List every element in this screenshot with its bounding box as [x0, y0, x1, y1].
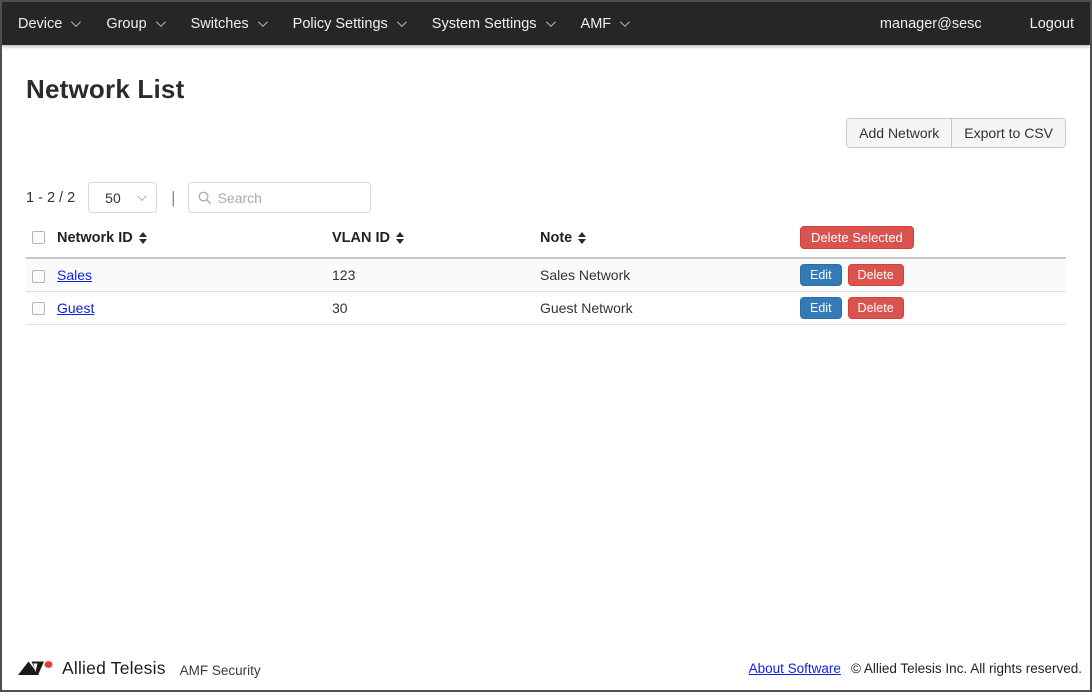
- network-id-link[interactable]: Sales: [57, 267, 92, 283]
- app-window: Device Group Switches Policy Settings Sy…: [0, 0, 1092, 692]
- table-header-row: Network ID VLAN ID Note: [26, 222, 1066, 258]
- export-csv-button[interactable]: Export to CSV: [951, 118, 1066, 148]
- nav-menu-policy-settings[interactable]: Policy Settings: [279, 2, 418, 45]
- nav-menu-device[interactable]: Device: [4, 2, 92, 45]
- nav-menu-group[interactable]: Group: [92, 2, 176, 45]
- sort-icon: [578, 232, 586, 244]
- edit-button[interactable]: Edit: [800, 264, 842, 286]
- note-cell: Guest Network: [540, 291, 792, 324]
- search-box: [188, 182, 371, 213]
- copyright-text: © Allied Telesis Inc. All rights reserve…: [851, 661, 1082, 676]
- delete-button[interactable]: Delete: [848, 297, 904, 319]
- nav-menu-label: System Settings: [432, 16, 537, 32]
- nav-menu-system-settings[interactable]: System Settings: [418, 2, 567, 45]
- network-id-link[interactable]: Guest: [57, 300, 94, 316]
- row-checkbox[interactable]: [32, 302, 45, 315]
- about-software-link[interactable]: About Software: [749, 661, 841, 676]
- nav-menu-label: AMF: [581, 16, 612, 32]
- nav-menu-switches[interactable]: Switches: [177, 2, 279, 45]
- nav-menu-label: Policy Settings: [293, 16, 388, 32]
- row-checkbox[interactable]: [32, 270, 45, 283]
- table-row: Guest 30Guest Network Edit Delete: [26, 291, 1066, 324]
- logout-button[interactable]: Logout: [1030, 16, 1074, 32]
- table-row: Sales 123Sales Network Edit Delete: [26, 258, 1066, 291]
- note-cell: Sales Network: [540, 258, 792, 291]
- add-network-button[interactable]: Add Network: [846, 118, 952, 148]
- nav-menu-label: Group: [106, 16, 146, 32]
- delete-button[interactable]: Delete: [848, 264, 904, 286]
- vlan-id-cell: 30: [332, 291, 540, 324]
- chevron-down-icon: [620, 17, 630, 27]
- page-footer: Allied Telesis AMF Security About Softwa…: [2, 654, 1090, 690]
- vlan-id-cell: 123: [332, 258, 540, 291]
- logged-in-user: manager@sesc: [880, 16, 982, 32]
- search-icon: [197, 190, 212, 205]
- column-header-vlan-id[interactable]: VLAN ID: [332, 230, 404, 246]
- pagination-range: 1 - 2 / 2: [26, 190, 75, 206]
- main-content: Network List Add Network Export to CSV 1…: [2, 45, 1090, 654]
- sort-icon: [396, 232, 404, 244]
- chevron-down-icon: [258, 17, 268, 27]
- page-size-value: 50: [105, 190, 121, 206]
- list-toolbar: 1 - 2 / 2 50 |: [26, 182, 1066, 213]
- chevron-down-icon: [546, 17, 556, 27]
- page-title: Network List: [26, 74, 1066, 105]
- nav-menu-label: Device: [18, 16, 62, 32]
- allied-telesis-logo-icon: [18, 660, 54, 677]
- column-header-note[interactable]: Note: [540, 230, 586, 246]
- chevron-down-icon: [156, 17, 166, 27]
- search-input[interactable]: [218, 190, 362, 206]
- product-name: AMF Security: [180, 663, 261, 678]
- nav-menu-label: Switches: [191, 16, 249, 32]
- chevron-down-icon: [71, 17, 81, 27]
- table-actions-group: Add Network Export to CSV: [846, 118, 1066, 148]
- brand-name: Allied Telesis: [62, 658, 166, 679]
- nav-menu-amf[interactable]: AMF: [567, 2, 642, 45]
- top-navbar: Device Group Switches Policy Settings Sy…: [2, 2, 1090, 45]
- chevron-down-icon: [137, 191, 147, 201]
- page-size-select[interactable]: 50: [88, 182, 157, 213]
- edit-button[interactable]: Edit: [800, 297, 842, 319]
- toolbar-separator: |: [171, 188, 175, 208]
- sort-icon: [139, 232, 147, 244]
- delete-selected-button[interactable]: Delete Selected: [800, 226, 914, 249]
- chevron-down-icon: [397, 17, 407, 27]
- select-all-checkbox[interactable]: [32, 231, 45, 244]
- network-table: Network ID VLAN ID Note: [26, 222, 1066, 325]
- column-header-network-id[interactable]: Network ID: [57, 230, 147, 246]
